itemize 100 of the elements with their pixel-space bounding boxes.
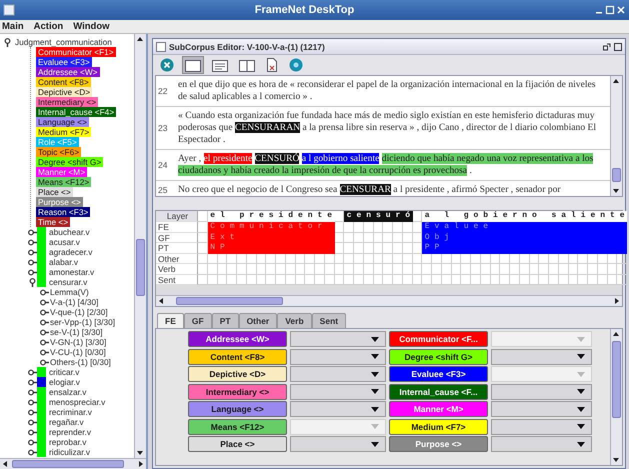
tree-handle-icon[interactable] [28, 278, 37, 286]
tree-item-label[interactable]: V-que-(1) [2/30] [49, 307, 108, 317]
tree-handle-icon[interactable] [40, 338, 49, 346]
restore-icon[interactable] [603, 42, 611, 50]
tree-handle-icon[interactable] [40, 328, 49, 336]
horizontal-scrollbar[interactable] [156, 295, 622, 306]
tree-item-label[interactable]: Others-(1) [0/30] [49, 357, 111, 367]
sentence-text[interactable]: « Cuando esta organización fue fundada hace más de medio siglo existían en este hemisferio dictaduras muy poderosas que CENSURARAN a la prensa libre sin reserva » , dijo Cano , director de l diario colombiano El Espectador . [178, 110, 606, 146]
tree-item-label[interactable]: ensalzar.v [46, 387, 86, 397]
tree-handle-icon[interactable] [28, 448, 37, 456]
tree-item-label[interactable]: menospreciar.v [46, 397, 106, 407]
tree-handle-icon[interactable] [28, 398, 37, 406]
tree-item-label[interactable]: censurar.v [46, 277, 88, 287]
menu-item[interactable]: Window [73, 21, 110, 32]
tree-handle-icon[interactable] [28, 418, 37, 426]
tree-item-label[interactable]: se-V-(1) [3/30] [49, 327, 103, 337]
tab[interactable]: Verb [277, 313, 312, 328]
tree-item-label[interactable]: V-GN-(1) [3/30] [49, 337, 106, 347]
tree-handle-icon[interactable] [40, 308, 49, 316]
tree-item-label[interactable]: recriminar.v [46, 407, 92, 417]
frame-element-button[interactable]: Intermediary <> [188, 384, 287, 400]
tree-handle-icon[interactable] [28, 228, 37, 236]
scrollbar-thumb[interactable] [176, 297, 283, 305]
tree-handle-icon[interactable] [28, 428, 37, 436]
frame-element-label[interactable]: Intermediary <> [36, 97, 98, 107]
tree-handle-icon[interactable] [28, 368, 37, 376]
tree-item-label[interactable]: acusar.v [46, 237, 80, 247]
tab[interactable]: GF [184, 313, 212, 328]
tree-handle-icon[interactable] [40, 298, 49, 306]
frame-element-label[interactable]: Internal_cause <F4> [36, 107, 116, 117]
tree-item-label[interactable]: amonestar.v [46, 267, 94, 277]
vertical-scrollbar[interactable] [610, 76, 622, 196]
tree-handle-icon[interactable] [40, 288, 49, 296]
tab[interactable]: FE [157, 313, 184, 328]
frame-element-label[interactable]: Topic <F6> [36, 147, 82, 157]
tree-item-label[interactable]: elogiar.v [46, 377, 80, 387]
tree-item-label[interactable]: agradecer.v [46, 247, 92, 257]
tree-handle-icon[interactable] [40, 348, 49, 356]
tree-handle-icon[interactable] [28, 378, 37, 386]
frame-element-label[interactable]: Communicator <F1> [36, 47, 116, 57]
close-icon[interactable] [616, 5, 626, 15]
frame-element-button[interactable]: Purpose <> [389, 436, 488, 452]
tree-handle-icon[interactable] [28, 268, 37, 276]
frame-element-label[interactable]: Reason <F3> [36, 207, 90, 217]
tree-item-label[interactable]: alabar.v [46, 257, 78, 267]
tree-handle-icon[interactable] [28, 408, 37, 416]
tree-item-label[interactable]: Judgment_communication [12, 37, 112, 47]
frame-element-button[interactable]: Depictive <D> [188, 366, 287, 382]
horizontal-scrollbar[interactable] [0, 458, 146, 469]
tree-item-label[interactable]: reprender.v [46, 427, 91, 437]
frame-element-label[interactable]: Medium <F7> [36, 127, 92, 137]
scrollbar-thumb[interactable] [12, 460, 124, 468]
tab[interactable]: Other [238, 313, 278, 328]
frame-element-label[interactable]: Place <> [36, 187, 73, 197]
scrollbar-thumb[interactable] [612, 168, 621, 182]
frame-element-button[interactable]: Content <F8> [188, 348, 287, 364]
frame-element-label[interactable]: Language <> [36, 117, 89, 127]
frame-element-button[interactable]: Language <> [188, 401, 287, 417]
frame-element-label[interactable]: Degree <shift G> [36, 157, 104, 167]
tree-handle-icon[interactable] [28, 248, 37, 256]
tree-item-label[interactable]: ser-Vpp-(1) [3/30] [49, 317, 116, 327]
frame-element-label[interactable]: Time <> [36, 217, 70, 227]
tree-handle-icon[interactable] [3, 38, 12, 46]
vertical-scrollbar[interactable] [134, 34, 146, 458]
sentence-text[interactable]: No creo que el negocio de l Congreso sea CENSURAR a l presidente , afirmó Specter , senador por [178, 184, 606, 196]
tree-handle-icon[interactable] [28, 388, 37, 396]
tree-item-label[interactable]: ridiculizar.v [46, 447, 90, 457]
tree-handle-icon[interactable] [40, 318, 49, 326]
tree-item-label[interactable]: Lemma(V) [49, 287, 89, 297]
frame-element-label[interactable]: Depictive <D> [36, 87, 92, 97]
tree-handle-icon[interactable] [28, 258, 37, 266]
tab[interactable]: Sent [312, 313, 346, 328]
sentence-text[interactable]: en el que dijo que es hora de « reconsiderar el papel de la organización internacional en la fijación de niveles de salud aplicables a l comercio » . [178, 79, 606, 103]
frame-element-label[interactable]: Means <F12> [36, 177, 92, 187]
tab[interactable]: PT [212, 313, 239, 328]
tree-handle-icon[interactable] [40, 358, 49, 366]
menu-item[interactable]: Main [2, 21, 24, 32]
frame-element-button[interactable]: Addressee <W> [188, 331, 287, 347]
frame-element-label[interactable]: Evaluee <F3> [36, 57, 92, 67]
frame-element-label[interactable]: Addressee <W> [36, 67, 100, 77]
tree-item-label[interactable]: V-CU-(1) [0/30] [49, 347, 106, 357]
tree-item-label[interactable]: abuchear.v [46, 227, 90, 237]
tree-item-label[interactable]: criticar.v [46, 367, 80, 377]
tree-item-label[interactable]: V-a-(1) [4/30] [49, 297, 98, 307]
frame-element-button[interactable]: Place <> [188, 436, 287, 452]
tree-handle-icon[interactable] [28, 438, 37, 446]
scrollbar-thumb[interactable] [136, 239, 145, 296]
menu-item[interactable]: Action [34, 21, 64, 32]
maximize-icon[interactable] [614, 42, 622, 50]
frame-element-label[interactable]: Purpose <> [36, 197, 83, 207]
panel-view-button[interactable] [182, 56, 204, 74]
frame-element-button[interactable]: Medium <F7> [389, 418, 488, 434]
frame-element-button[interactable]: Degree <shift G> [389, 348, 488, 364]
vertical-scrollbar[interactable] [610, 329, 622, 465]
frame-element-label[interactable]: Content <F8> [36, 77, 91, 87]
frame-element-button[interactable]: Internal_cause <F... [389, 384, 488, 400]
tree-item-label[interactable]: reprobar.v [46, 437, 86, 447]
tree-handle-icon[interactable] [28, 238, 37, 246]
scrollbar-thumb[interactable] [612, 341, 621, 418]
tree-item-label[interactable]: regañar.v [46, 417, 84, 427]
